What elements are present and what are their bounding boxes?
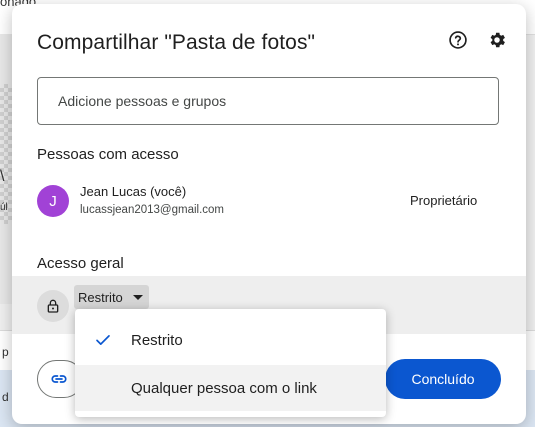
gear-icon: [490, 32, 505, 48]
menu-item-restricted[interactable]: Restrito: [75, 317, 386, 363]
dialog-title: Compartilhar "Pasta de fotos": [37, 31, 316, 54]
menu-item-anyone-with-link[interactable]: Qualquer pessoa com o link: [75, 365, 386, 411]
access-level-menu: Restrito Qualquer pessoa com o link: [75, 309, 386, 417]
background-text-1: \: [0, 168, 5, 185]
person-role: Proprietário: [410, 193, 478, 208]
background-left-panel: \ úl: [0, 34, 12, 304]
settings-button[interactable]: [485, 28, 509, 52]
add-people-input[interactable]: [37, 77, 499, 125]
avatar: J: [37, 185, 69, 217]
lock-icon: [47, 299, 59, 313]
background-text-3: p: [2, 345, 9, 359]
person-email: lucassjean2013@gmail.com: [80, 204, 224, 216]
help-button[interactable]: [446, 28, 470, 52]
checkmark-icon: [96, 335, 110, 345]
access-level-value: Restrito: [78, 289, 123, 305]
lock-badge: [37, 290, 69, 322]
person-row: J Jean Lucas (você) lucassjean2013@gmail…: [37, 183, 507, 223]
general-access-heading: Acesso geral: [37, 255, 124, 272]
people-with-access-heading: Pessoas com acesso: [37, 146, 179, 163]
background-text-2: úl: [0, 202, 8, 213]
access-level-dropdown[interactable]: Restrito: [74, 285, 149, 309]
menu-item-label: Qualquer pessoa com o link: [131, 379, 317, 397]
help-circle-icon: [449, 31, 467, 49]
done-button[interactable]: Concluído: [385, 359, 501, 399]
person-name: Jean Lucas (você): [80, 184, 187, 199]
menu-item-label: Restrito: [131, 331, 183, 349]
background-text-4: d: [2, 390, 9, 404]
caret-down-icon: [132, 294, 143, 300]
link-icon: [51, 375, 67, 383]
